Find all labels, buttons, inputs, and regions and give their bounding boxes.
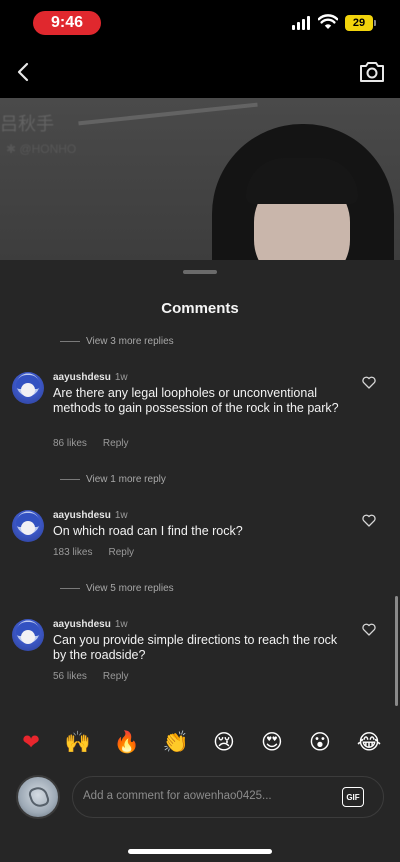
comment-composer[interactable]: Add a comment for aowenhao0425... GIF — [72, 776, 384, 818]
view-more-replies[interactable]: View 5 more replies — [60, 583, 174, 594]
red-heart-emoji-button[interactable]: ❤ — [16, 727, 46, 757]
heart-eyes-face-emoji-button[interactable]: 😍 — [257, 727, 287, 757]
view-more-replies[interactable]: View 1 more reply — [60, 474, 166, 485]
comments-sheet: Comments — [0, 260, 400, 862]
back-arrow-icon[interactable] — [12, 60, 36, 84]
comment-time: 1w — [114, 372, 128, 383]
sheet-drag-handle[interactable] — [183, 270, 217, 274]
view-more-line — [60, 479, 80, 480]
battery-tip — [374, 20, 376, 26]
comment-text: On which road can I find the rock? — [53, 524, 243, 538]
avatar[interactable] — [12, 510, 44, 542]
comment-username[interactable]: aayushdesu — [53, 619, 111, 630]
raising-hands-emoji-button[interactable]: 🙌 — [63, 727, 93, 757]
reply-button[interactable]: Reply — [103, 671, 129, 682]
video-preview[interactable]: 吕秋手 ✱ @HONHO — [0, 98, 400, 260]
comment-meta: 86 likes Reply — [53, 438, 128, 449]
top-bar — [0, 46, 400, 98]
status-time: 9:46 — [33, 11, 101, 35]
scrollbar[interactable] — [395, 596, 398, 706]
like-heart-icon[interactable] — [362, 376, 376, 389]
comment-username[interactable]: aayushdesu — [53, 372, 111, 383]
comment-meta: 183 likes Reply — [53, 547, 134, 558]
view-more-label: View 5 more replies — [86, 583, 174, 594]
reply-button[interactable]: Reply — [108, 547, 134, 558]
comment-time: 1w — [114, 510, 128, 521]
crying-face-emoji-button[interactable]: 😢 — [209, 727, 239, 757]
comment-input[interactable]: Add a comment for aowenhao0425... — [83, 790, 323, 802]
clapping-hands-emoji-button[interactable]: 👏 — [161, 727, 191, 757]
comment-text: Can you provide simple directions to rea… — [53, 633, 338, 662]
emoji-reaction-row: ❤ 🙌 🔥 👏 😢 😍 😮 😂 — [0, 727, 400, 761]
comment-likes[interactable]: 86 likes — [53, 438, 87, 449]
reply-button[interactable]: Reply — [103, 438, 129, 449]
battery-indicator: 29 — [345, 15, 373, 31]
comment-likes[interactable]: 56 likes — [53, 671, 87, 682]
comment-meta: 56 likes Reply — [53, 671, 128, 682]
comment-header: aayushdesu 1w — [53, 510, 128, 521]
video-decor-stroke — [78, 102, 258, 126]
astonished-face-emoji-button[interactable]: 😮 — [305, 727, 335, 757]
view-more-replies[interactable]: View 3 more replies — [60, 336, 174, 347]
avatar[interactable] — [12, 619, 44, 651]
status-bar: 9:46 29 — [0, 0, 400, 46]
my-avatar[interactable] — [16, 775, 60, 819]
camera-icon[interactable] — [358, 60, 386, 84]
gif-button[interactable]: GIF — [342, 787, 364, 807]
video-caption-handle: ✱ @HONHO — [6, 142, 77, 156]
comment-header: aayushdesu 1w — [53, 372, 128, 383]
wifi-icon — [318, 14, 338, 29]
like-heart-icon[interactable] — [362, 623, 376, 636]
comment-time: 1w — [114, 619, 128, 630]
view-more-line — [60, 588, 80, 589]
video-person-bangs — [246, 158, 358, 204]
cellular-signal-icon — [292, 16, 310, 30]
view-more-label: View 3 more replies — [86, 336, 174, 347]
comment-username[interactable]: aayushdesu — [53, 510, 111, 521]
comment-likes[interactable]: 183 likes — [53, 547, 92, 558]
comment-text: Are there any legal loopholes or unconve… — [53, 386, 339, 415]
fire-emoji-button[interactable]: 🔥 — [112, 727, 142, 757]
video-caption-title: 吕秋手 — [0, 114, 54, 134]
comment-header: aayushdesu 1w — [53, 619, 128, 630]
home-indicator[interactable] — [128, 849, 272, 854]
avatar[interactable] — [12, 372, 44, 404]
view-more-label: View 1 more reply — [86, 474, 166, 485]
view-more-line — [60, 341, 80, 342]
like-heart-icon[interactable] — [362, 514, 376, 527]
tears-of-joy-face-emoji-button[interactable]: 😂 — [354, 727, 384, 757]
comments-title: Comments — [161, 300, 239, 317]
